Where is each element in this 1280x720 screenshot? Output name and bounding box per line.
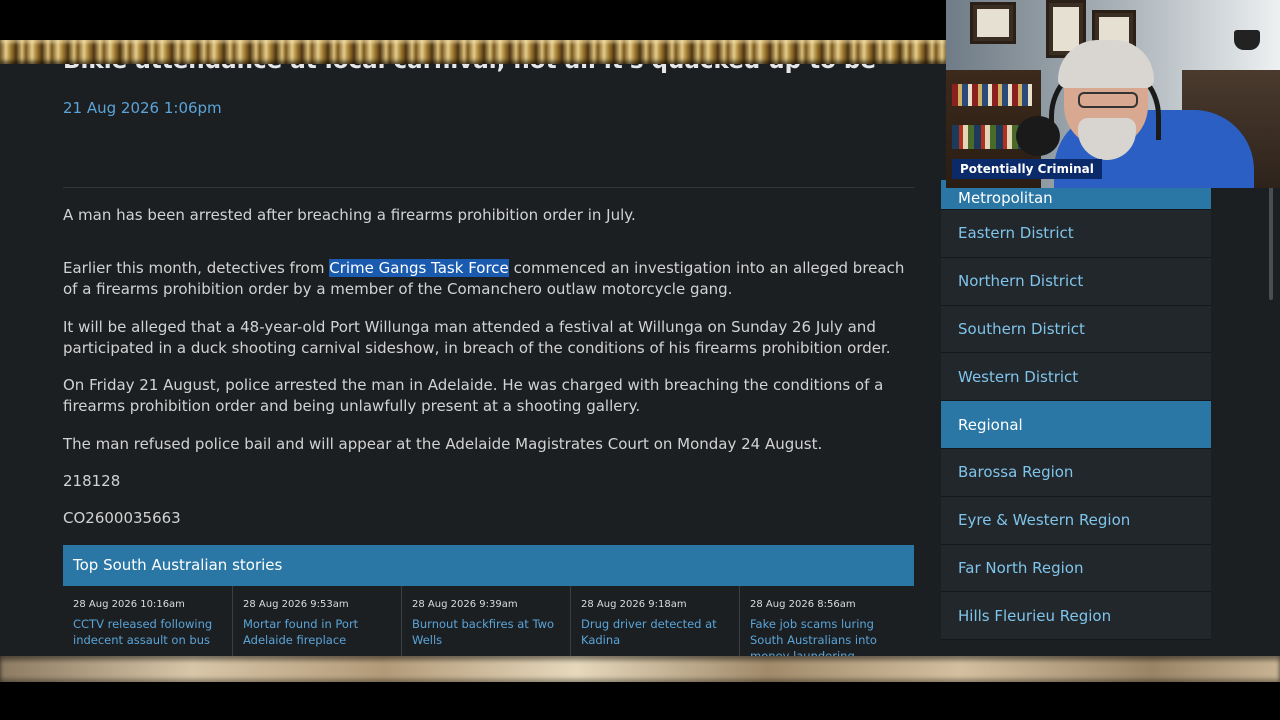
sidebar-item-eyre-western-region[interactable]: Eyre & Western Region — [941, 496, 1211, 545]
story-link[interactable]: Burnout backfires at Two Wells — [412, 616, 560, 648]
sidebar-item-far-north-region[interactable]: Far North Region — [941, 544, 1211, 593]
story-item[interactable]: 28 Aug 2026 9:18am Drug driver detected … — [570, 586, 739, 656]
sidebar-item-regional[interactable]: Regional — [941, 401, 1211, 449]
region-sidebar: Metropolitan Eastern District Northern D… — [941, 180, 1211, 641]
story-item[interactable]: 28 Aug 2026 10:16am CCTV released follow… — [63, 586, 232, 656]
top-stories-list: 28 Aug 2026 10:16am CCTV released follow… — [63, 586, 914, 656]
page-scrollbar[interactable] — [1269, 185, 1273, 300]
story-date: 28 Aug 2026 9:18am — [581, 599, 687, 610]
article-intro: A man has been arrested after breaching … — [63, 206, 636, 224]
wall-certificate — [970, 2, 1016, 44]
sidebar-item-western-district[interactable]: Western District — [941, 353, 1211, 402]
story-date: 28 Aug 2026 8:56am — [750, 599, 856, 610]
article-reference-number: 218128 — [63, 472, 121, 490]
article-paragraph-2: It will be alleged that a 48-year-old Po… — [63, 318, 891, 357]
sidebar-item-eastern-district[interactable]: Eastern District — [941, 210, 1211, 258]
story-item[interactable]: 28 Aug 2026 9:53am Mortar found in Port … — [232, 586, 401, 656]
story-link[interactable]: Fake job scams luring South Australians … — [750, 616, 898, 656]
selected-text-highlight[interactable]: Crime Gangs Task Force — [329, 259, 509, 277]
article-paragraph-4: The man refused police bail and will app… — [63, 435, 823, 453]
webcam-name-label: Potentially Criminal — [952, 159, 1102, 179]
story-date: 28 Aug 2026 9:39am — [412, 599, 518, 610]
story-link[interactable]: CCTV released following indecent assault… — [73, 616, 222, 648]
article-case-number: CO2600035663 — [63, 509, 181, 527]
lamp — [1234, 30, 1260, 50]
story-date: 28 Aug 2026 10:16am — [73, 599, 185, 610]
article-paragraph-3: On Friday 21 August, police arrested the… — [63, 376, 884, 415]
sidebar-item-barossa-region[interactable]: Barossa Region — [941, 448, 1211, 497]
sidebar-item-southern-district[interactable]: Southern District — [941, 305, 1211, 354]
webcam-overlay: Potentially Criminal — [946, 0, 1280, 188]
top-stories-title: Top South Australian stories — [73, 556, 283, 574]
sidebar-item-hills-fleurieu-region[interactable]: Hills Fleurieu Region — [941, 592, 1211, 641]
article-paragraph-1: Earlier this month, detectives from Crim… — [63, 258, 914, 300]
story-link[interactable]: Drug driver detected at Kadina — [581, 616, 729, 648]
story-link[interactable]: Mortar found in Port Adelaide fireplace — [243, 616, 391, 648]
article-date: 21 Aug 2026 1:06pm — [63, 99, 222, 117]
ornate-frame-top — [0, 40, 946, 64]
microphone-icon — [1016, 116, 1060, 156]
story-item[interactable]: 28 Aug 2026 9:39am Burnout backfires at … — [401, 586, 570, 656]
story-date: 28 Aug 2026 9:53am — [243, 599, 349, 610]
presenter-glasses — [1078, 92, 1138, 108]
paragraph-1-text-start: Earlier this month, detectives from — [63, 259, 330, 277]
story-item[interactable]: 28 Aug 2026 8:56am Fake job scams luring… — [739, 586, 908, 656]
bottom-letterbox — [0, 682, 1280, 720]
top-stories-header: Top South Australian stories — [63, 545, 914, 586]
ornate-frame-bottom — [0, 656, 1280, 682]
article-divider — [63, 187, 914, 188]
sidebar-item-northern-district[interactable]: Northern District — [941, 257, 1211, 306]
